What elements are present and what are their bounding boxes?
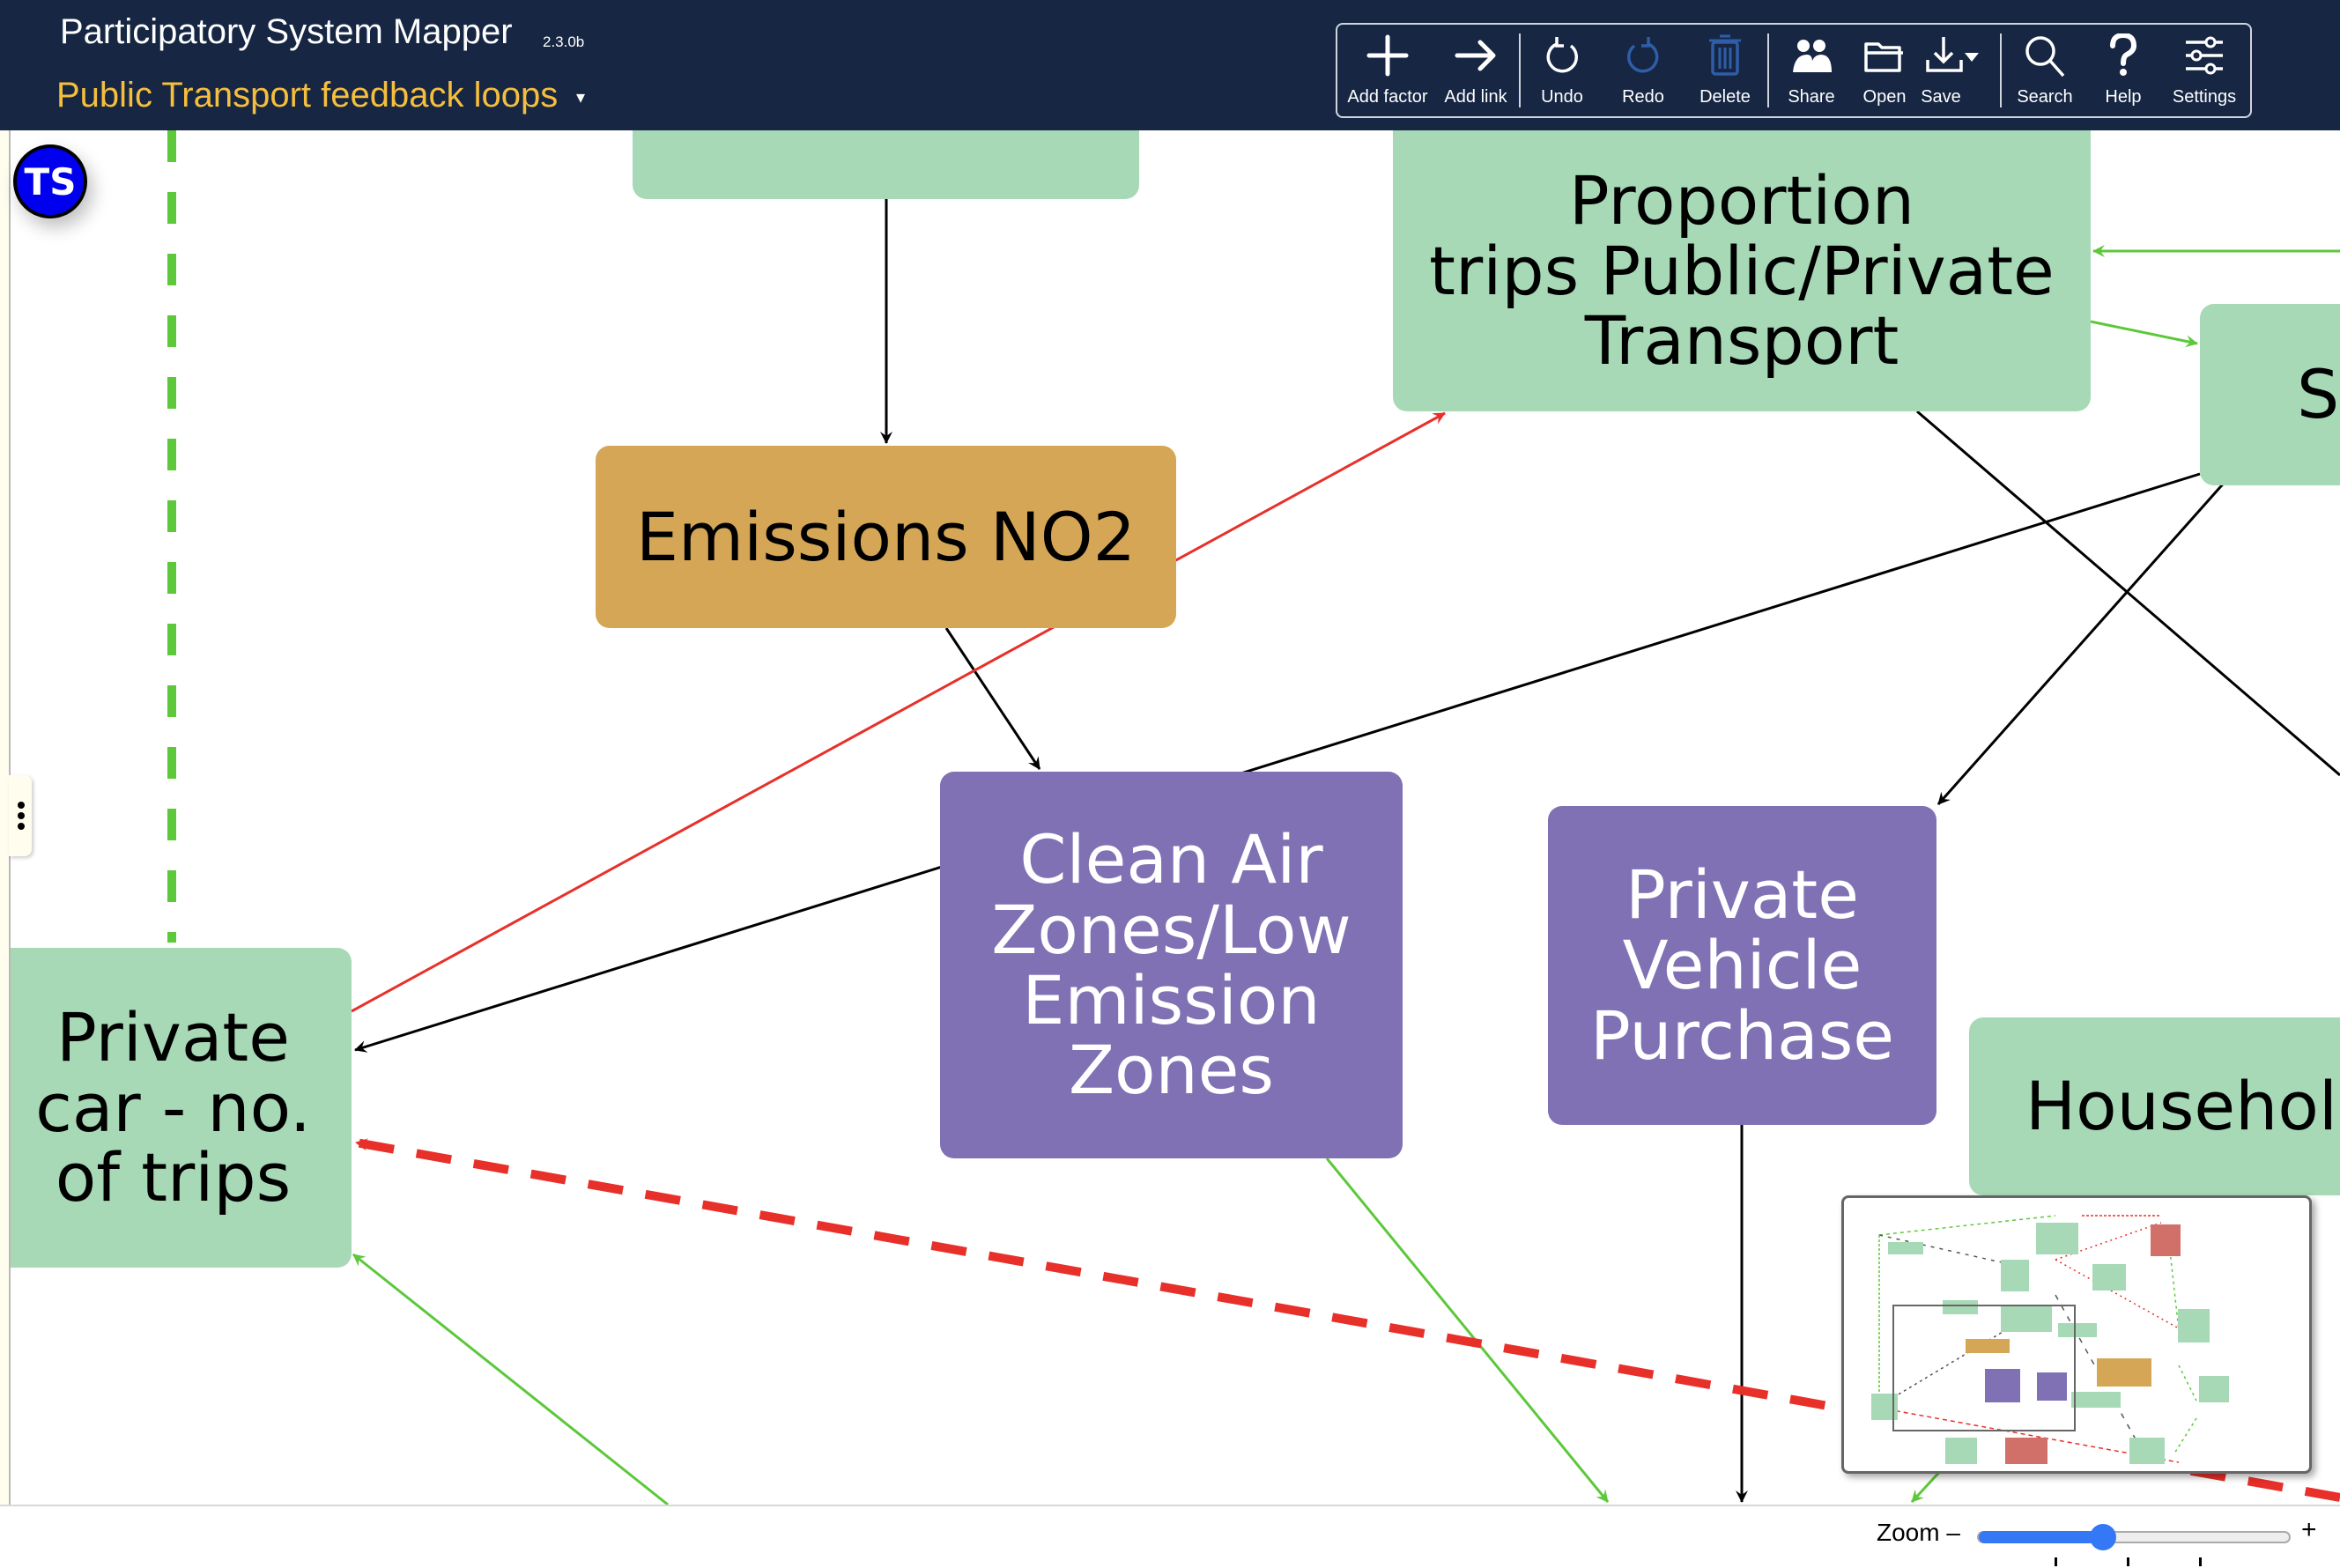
zoom-slider[interactable] bbox=[1977, 1524, 2291, 1550]
zoom-slider-thumb[interactable] bbox=[2089, 1524, 2116, 1550]
minimap-node bbox=[2097, 1358, 2151, 1387]
edge-caz-green-down[interactable] bbox=[1325, 1158, 1610, 1503]
help-label: Help bbox=[2105, 87, 2142, 107]
minimap-node bbox=[2058, 1323, 2097, 1337]
node-clean-air-zones[interactable]: Clean Air Zones/Low Emission Zones bbox=[940, 772, 1403, 1158]
redo-button[interactable]: Redo bbox=[1602, 25, 1685, 116]
toolbar-separator bbox=[1519, 33, 1521, 107]
node-private-car-trips[interactable]: Private car - no. of trips bbox=[0, 948, 352, 1268]
map-title-dropdown[interactable]: Public Transport feedback loops bbox=[56, 76, 558, 115]
zoom-slider-fill bbox=[1979, 1531, 2103, 1543]
node-household-partial[interactable]: Househol bbox=[1969, 1017, 2340, 1195]
trash-icon bbox=[1709, 34, 1741, 76]
minimap-node bbox=[2001, 1305, 2052, 1332]
zoom-plus-label: + bbox=[2301, 1515, 2317, 1544]
share-button[interactable]: Share bbox=[1771, 25, 1852, 116]
undo-button[interactable]: Undo bbox=[1522, 25, 1602, 116]
edge-green-to-privatecar[interactable] bbox=[352, 1253, 669, 1505]
node-proportion-trips[interactable]: Proportion trips Public/Private Transpor… bbox=[1393, 130, 2091, 411]
zoom-label: Zoom – bbox=[1877, 1519, 1960, 1546]
save-label: Save bbox=[1921, 87, 1961, 107]
minimap-node bbox=[2037, 1372, 2067, 1401]
share-label: Share bbox=[1788, 87, 1835, 107]
zoom-tick bbox=[2199, 1557, 2202, 1566]
minimap-node bbox=[2071, 1392, 2121, 1408]
undo-label: Undo bbox=[1541, 87, 1583, 107]
minimap-node bbox=[1985, 1369, 2020, 1402]
minimap-node bbox=[1943, 1300, 1978, 1314]
node-label: Private Vehicle Purchase bbox=[1589, 855, 1895, 1075]
minimap-node bbox=[2001, 1260, 2029, 1291]
toolbar-separator bbox=[2000, 33, 2002, 107]
node-label: Private car - no. of trips bbox=[35, 997, 311, 1217]
navbar: Participatory System Mapper 2.3.0b Publi… bbox=[0, 0, 2340, 130]
panel-handle[interactable] bbox=[9, 775, 32, 856]
user-avatar[interactable]: TS bbox=[13, 144, 87, 218]
node-label: Proportion trips Public/Private Transpor… bbox=[1429, 160, 2055, 381]
node-emissions-no2[interactable]: Emissions NO2 bbox=[596, 446, 1176, 628]
plus-icon bbox=[1366, 34, 1409, 77]
question-icon bbox=[2110, 33, 2137, 76]
app-title: Participatory System Mapper bbox=[60, 12, 513, 51]
sliders-icon bbox=[2186, 36, 2223, 75]
minimap-node bbox=[2092, 1264, 2126, 1291]
redo-icon bbox=[1627, 37, 1659, 73]
minimap-node bbox=[2036, 1223, 2078, 1254]
undo-icon bbox=[1546, 37, 1578, 73]
minimap-node bbox=[1945, 1438, 1977, 1464]
minimap-node bbox=[2005, 1438, 2048, 1464]
zoom-tick bbox=[2055, 1557, 2057, 1566]
add-link-button[interactable]: Add link bbox=[1434, 25, 1517, 116]
node-label: So bbox=[2297, 355, 2340, 434]
settings-button[interactable]: Settings bbox=[2160, 25, 2248, 116]
search-label: Search bbox=[2017, 87, 2073, 107]
settings-label: Settings bbox=[2172, 87, 2237, 107]
minimap-node bbox=[1966, 1339, 2010, 1353]
bottom-bar: Zoom – + bbox=[0, 1505, 2340, 1568]
toolbar: Add factor Add link Undo Redo Delete Sha… bbox=[1336, 23, 2252, 118]
add-factor-label: Add factor bbox=[1347, 87, 1428, 107]
redo-label: Redo bbox=[1622, 87, 1664, 107]
help-button[interactable]: Help bbox=[2086, 25, 2160, 116]
search-icon bbox=[2025, 36, 2065, 78]
add-factor-button[interactable]: Add factor bbox=[1341, 25, 1434, 116]
app-version: 2.3.0b bbox=[543, 33, 585, 50]
minimap-node bbox=[2151, 1224, 2181, 1256]
delete-label: Delete bbox=[1699, 87, 1751, 107]
folder-icon bbox=[1864, 42, 1903, 72]
node-top-partial[interactable] bbox=[633, 130, 1139, 199]
download-icon bbox=[1926, 37, 1979, 72]
node-so-partial[interactable]: So bbox=[2200, 304, 2340, 485]
toolbar-separator bbox=[1767, 33, 1769, 107]
minimap[interactable] bbox=[1841, 1195, 2312, 1474]
add-link-label: Add link bbox=[1444, 87, 1507, 107]
minimap-node bbox=[2129, 1438, 2165, 1464]
edge-emissions-to-caz[interactable] bbox=[944, 627, 1041, 770]
minimap-node bbox=[2199, 1376, 2229, 1402]
arrow-right-icon bbox=[1455, 40, 1496, 71]
delete-button[interactable]: Delete bbox=[1685, 25, 1766, 116]
minimap-node bbox=[2178, 1309, 2210, 1342]
node-label: Clean Air Zones/Low Emission Zones bbox=[991, 819, 1351, 1110]
node-label: Househol bbox=[2025, 1067, 2337, 1146]
node-private-vehicle-purchase[interactable]: Private Vehicle Purchase bbox=[1548, 806, 1936, 1125]
dot-icon bbox=[18, 823, 25, 830]
people-icon bbox=[1793, 40, 1832, 72]
search-button[interactable]: Search bbox=[2003, 25, 2086, 116]
edge-green-proportion-to-so[interactable] bbox=[2090, 320, 2198, 348]
open-button[interactable]: Open bbox=[1852, 25, 1917, 116]
zoom-tick bbox=[2127, 1557, 2129, 1566]
dot-icon bbox=[18, 802, 25, 809]
dot-icon bbox=[18, 812, 25, 819]
minimap-node bbox=[1888, 1242, 1923, 1254]
caret-down-icon[interactable]: ▾ bbox=[576, 86, 585, 107]
minimap-overview bbox=[1871, 1215, 2229, 1464]
save-button[interactable]: Save bbox=[1917, 25, 1989, 116]
open-label: Open bbox=[1862, 87, 1907, 107]
node-label: Emissions NO2 bbox=[636, 497, 1136, 576]
